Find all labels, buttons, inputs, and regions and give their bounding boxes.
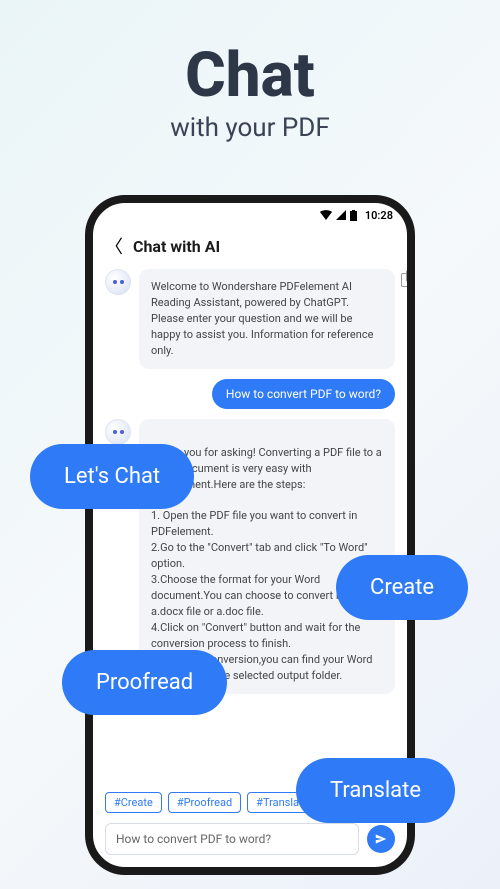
copy-icon[interactable] xyxy=(401,273,407,287)
send-icon xyxy=(374,832,388,846)
app-bar: 〈 Chat with AI xyxy=(93,227,407,269)
ai-avatar-icon xyxy=(105,269,131,295)
hero-title: Chat xyxy=(0,45,500,107)
pill-proofread: Proofread xyxy=(62,650,227,715)
status-bar: 10:28 xyxy=(93,203,407,227)
signal-icon xyxy=(336,210,346,220)
suggestion-chips: #Create #Proofread #Translate xyxy=(105,792,317,813)
battery-icon xyxy=(350,210,357,221)
ai-welcome-text: Welcome to Wondershare PDFelement AI Rea… xyxy=(151,280,373,357)
back-icon[interactable]: 〈 xyxy=(105,233,123,259)
hero-header: Chat with your PDF xyxy=(0,0,500,143)
wifi-icon xyxy=(320,210,332,220)
pill-lets-chat: Let's Chat xyxy=(30,444,194,509)
ai-bubble: Welcome to Wondershare PDFelement AI Rea… xyxy=(139,269,395,369)
page-title: Chat with AI xyxy=(133,237,220,256)
send-button[interactable] xyxy=(367,825,395,853)
user-question-text: How to convert PDF to word? xyxy=(226,387,381,401)
ai-avatar-icon xyxy=(105,419,131,445)
chip-proofread[interactable]: #Proofread xyxy=(168,792,241,813)
status-time: 10:28 xyxy=(365,209,393,222)
user-message: How to convert PDF to word? xyxy=(212,379,395,409)
chat-input[interactable]: How to convert PDF to word? xyxy=(105,823,359,855)
input-bar: How to convert PDF to word? xyxy=(105,823,395,855)
ai-message-welcome: Welcome to Wondershare PDFelement AI Rea… xyxy=(105,269,395,369)
hero-subtitle: with your PDF xyxy=(0,113,500,143)
pill-translate: Translate xyxy=(296,758,455,823)
chip-create[interactable]: #Create xyxy=(105,792,162,813)
pill-create: Create xyxy=(336,555,468,620)
